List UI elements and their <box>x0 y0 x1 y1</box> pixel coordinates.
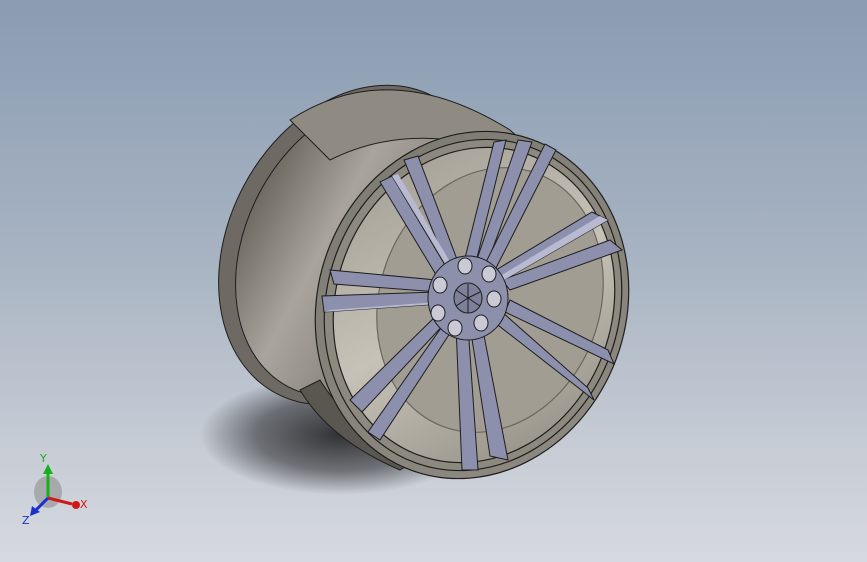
graphics-viewport[interactable]: Y X Z <box>0 0 867 562</box>
y-arrow-icon <box>43 464 53 474</box>
y-axis-label: Y <box>39 452 47 465</box>
wheel-model[interactable] <box>0 0 867 562</box>
axis-triad[interactable]: Y X Z <box>20 448 100 532</box>
x-axis-label: X <box>80 498 88 511</box>
z-axis-label: Z <box>22 514 30 527</box>
x-arrow-icon <box>72 501 80 509</box>
